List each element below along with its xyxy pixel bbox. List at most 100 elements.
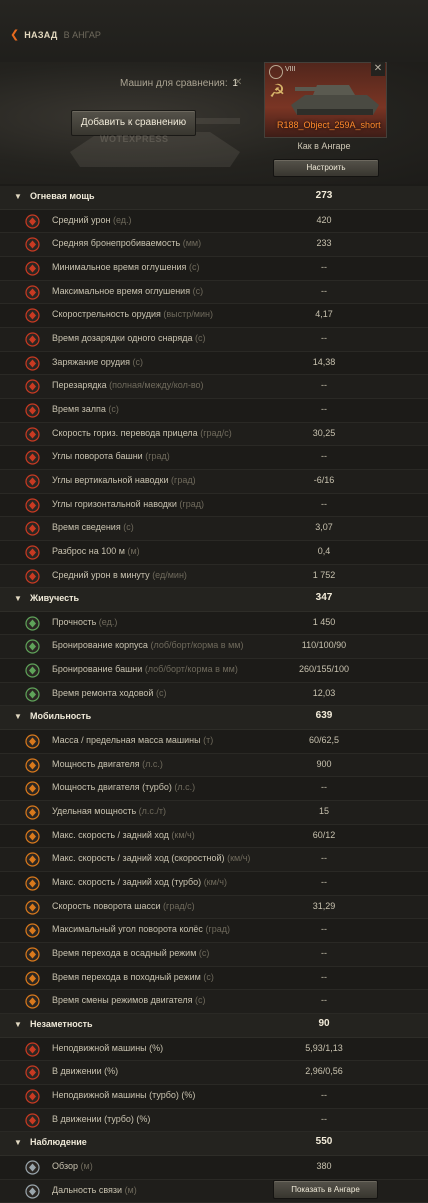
hull-traverse-icon: [25, 900, 40, 915]
param-unit: (град): [145, 451, 170, 462]
param-value: --: [321, 380, 327, 391]
back-button[interactable]: ❮ НАЗАД В АНГАР: [10, 28, 101, 41]
param-unit: (с): [192, 285, 204, 296]
hitpoints-icon: [25, 616, 40, 631]
wheel-angle-icon: [25, 923, 40, 938]
section-score: 273: [315, 190, 333, 201]
param-label: Время перехода в осадный режим (с): [52, 948, 209, 958]
param-value: 5,93/1,13: [305, 1042, 343, 1053]
param-value: --: [321, 451, 327, 462]
configure-button[interactable]: Настроить: [273, 159, 379, 177]
radio-range-icon: [25, 1183, 40, 1199]
param-row: Макс. скорость / задний ход (скоростной)…: [0, 848, 428, 873]
param-row: Разброс на 100 м (м) 0,4: [0, 541, 428, 565]
param-label: Дальность связи (м): [52, 1185, 137, 1195]
param-value: 420: [316, 214, 332, 225]
param-value: 15: [318, 806, 329, 817]
param-unit: (л.с.): [142, 758, 163, 769]
collapse-arrow-icon: ▼: [14, 1019, 22, 1029]
param-value: -6/16: [313, 474, 335, 485]
dispersion-icon: [25, 545, 40, 560]
collapse-arrow-icon: ▼: [14, 712, 22, 722]
section-title: Огневая мощь: [30, 191, 95, 201]
param-unit: (лоб/борт/корма в мм): [144, 664, 238, 675]
ussr-flag-icon: ☭: [269, 81, 286, 101]
param-value: 4,17: [315, 309, 333, 320]
camo-moving-icon: [25, 1065, 40, 1080]
param-label: Время сведения (с): [52, 522, 134, 532]
add-to-compare-button[interactable]: Добавить к сравнению: [71, 110, 196, 136]
param-name: Заряжание орудия: [52, 356, 131, 367]
param-row: Перезарядка (полная/между/кол-во) --: [0, 375, 428, 399]
param-row: Время ремонта ходовой (с) 12,03: [0, 682, 428, 707]
param-name: Неподвижной машины (%): [52, 1042, 164, 1053]
param-row: Обзор (м) 380: [0, 1156, 428, 1180]
param-name: Обзор: [52, 1160, 78, 1171]
section-title: Мобильность: [30, 711, 92, 722]
param-name: Макс. скорость / задний ход (турбо): [52, 877, 202, 888]
param-label: Перезарядка (полная/между/кол-во): [52, 380, 204, 390]
param-value: 30,25: [312, 427, 336, 438]
salvo-icon: [25, 403, 40, 418]
param-value: --: [321, 1113, 327, 1124]
param-label: Неподвижной машины (%): [52, 1043, 163, 1053]
param-value: 900: [316, 758, 332, 769]
param-row: Прочность (ед.) 1 450: [0, 612, 428, 636]
aim-time-icon: [25, 521, 40, 536]
param-value: 2,96/0,56: [305, 1066, 343, 1077]
param-unit: (с): [195, 332, 206, 343]
param-label: В движении (турбо) (%): [52, 1114, 150, 1124]
param-name: Время перехода в осадный режим: [52, 948, 197, 958]
param-value: 380: [316, 1160, 332, 1171]
view-range-icon: [25, 1160, 40, 1175]
section-header[interactable]: ▼ Наблюдение 550: [0, 1132, 428, 1156]
param-row: Макс. скорость / задний ход (турбо) (км/…: [0, 872, 428, 896]
param-value: 1 752: [312, 569, 336, 580]
param-row: Минимальное время оглушения (с) --: [0, 257, 428, 281]
param-name: Прочность: [52, 616, 97, 627]
repair-icon: [25, 687, 40, 702]
param-label: Максимальный угол поворота колёс (град): [52, 924, 230, 934]
param-name: Удельная мощность: [52, 806, 137, 817]
engine-turbo-icon: [25, 781, 40, 797]
param-unit: (км/ч): [203, 877, 227, 888]
elevation-icon: [25, 474, 40, 489]
param-row: Время дозарядки одного снаряда (с) --: [0, 327, 428, 352]
param-label: Скорость гориз. перевода прицела (град/с…: [52, 428, 232, 438]
param-label: Углы поворота башни (град): [52, 451, 170, 461]
param-label: Углы вертикальной наводки (град): [52, 475, 196, 485]
param-name: В движении (%): [52, 1066, 119, 1077]
param-name: В движении (турбо) (%): [52, 1113, 151, 1124]
section-title: Незаметность: [30, 1018, 93, 1029]
param-label: Масса / предельная масса машины (т): [52, 735, 213, 745]
param-label: Удельная мощность (л.с./т): [52, 806, 166, 816]
param-unit: (мм): [182, 238, 202, 249]
nation-emblem-icon: [269, 65, 283, 79]
param-unit: (град/с): [163, 900, 195, 911]
param-row: Время залпа (с) --: [0, 399, 428, 423]
param-value: 60/62,5: [308, 735, 340, 746]
section-header[interactable]: ▼ Незаметность 90: [0, 1013, 428, 1038]
show-in-hangar-button[interactable]: Показать в Ангаре: [273, 1180, 378, 1199]
param-label: Неподвижной машины (турбо) (%): [52, 1090, 195, 1100]
section-score: 90: [318, 1017, 330, 1029]
clear-compare-icon[interactable]: ✕: [234, 77, 242, 88]
specific-power-icon: [25, 805, 40, 820]
section-header[interactable]: ▼ Огневая мощь 273: [0, 186, 428, 210]
section-header[interactable]: ▼ Мобильность 639: [0, 706, 428, 731]
section-score: 347: [315, 592, 333, 604]
param-row: Средний урон (ед.) 420: [0, 210, 428, 234]
param-label: Макс. скорость / задний ход (турбо) (км/…: [52, 877, 227, 887]
param-value: --: [321, 498, 327, 509]
section-header[interactable]: ▼ Живучесть 347: [0, 588, 428, 612]
param-unit: (л.с.): [174, 782, 196, 793]
param-unit: (с): [123, 522, 134, 533]
param-name: Скорость гориз. перевода прицела: [52, 427, 198, 438]
vehicle-card[interactable]: VIII ☭ R188_Object_259A_short: [264, 62, 387, 138]
param-unit: (ед.): [113, 214, 132, 225]
rate-of-fire-icon: [25, 308, 40, 323]
param-unit: (с): [188, 261, 200, 272]
camo-still-turbo-icon: [25, 1089, 40, 1104]
param-name: Средний урон в минуту: [52, 569, 150, 580]
remove-vehicle-icon[interactable]: ✕: [371, 62, 385, 76]
